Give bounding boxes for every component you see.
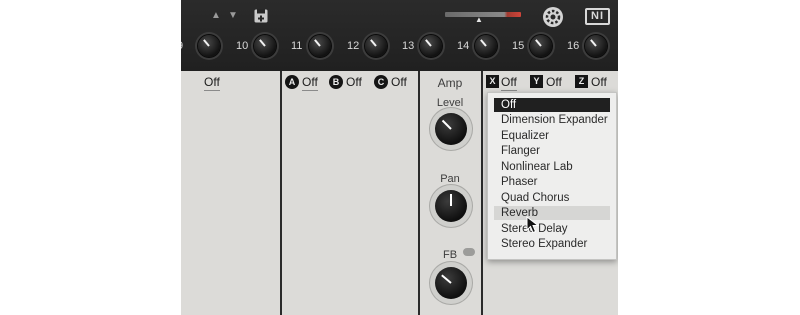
slot-a-selector[interactable]: Off: [302, 75, 318, 91]
channel-12-knob[interactable]: [365, 35, 387, 57]
channel-number: 14: [457, 40, 470, 52]
triangle-down-icon[interactable]: ▼: [228, 11, 238, 21]
slot-c-badge: C: [374, 75, 388, 89]
effect-dropdown-menu: Off Dimension Expander Equalizer Flanger…: [487, 92, 617, 260]
slot-c-selector[interactable]: Off: [391, 75, 407, 89]
menu-item-reverb[interactable]: Reverb: [494, 206, 610, 220]
amp-title: Amp: [437, 76, 463, 90]
send-x-badge: X: [486, 75, 499, 88]
amp-pan-label: Pan: [440, 173, 460, 185]
menu-item-dimension-expander[interactable]: Dimension Expander: [494, 113, 610, 127]
channel-16-knob[interactable]: [585, 35, 607, 57]
channel-number: 11: [291, 40, 303, 52]
save-icon[interactable]: [254, 9, 268, 23]
menu-item-stereo-expander[interactable]: Stereo Expander: [494, 237, 610, 251]
triangle-up-icon[interactable]: ▲: [211, 11, 221, 21]
divider: [481, 71, 483, 315]
meter-marker-icon[interactable]: ▲: [475, 16, 483, 24]
link-icon[interactable]: [463, 248, 475, 256]
amp-fb-knob[interactable]: [430, 262, 472, 304]
ni-logo: NI: [585, 8, 610, 25]
channel-9-knob[interactable]: [198, 35, 220, 57]
menu-item-off[interactable]: Off: [494, 98, 610, 112]
channel-11-knob[interactable]: [309, 35, 331, 57]
menu-item-equalizer[interactable]: Equalizer: [494, 129, 610, 143]
channel-14-knob[interactable]: [475, 35, 497, 57]
output-level-meter: [445, 12, 521, 17]
slot-b-badge: B: [329, 75, 343, 89]
slot-a-badge: A: [285, 75, 299, 89]
send-z-badge: Z: [575, 75, 588, 88]
channel-10-knob[interactable]: [254, 35, 276, 57]
channel-15-knob[interactable]: [530, 35, 552, 57]
gear-icon[interactable]: [542, 6, 564, 28]
amp-pan-knob[interactable]: [430, 185, 472, 227]
send-y-badge: Y: [530, 75, 543, 88]
send-x-selector[interactable]: Off: [501, 75, 517, 91]
channel-number: 12: [347, 40, 360, 52]
menu-item-nonlinear-lab[interactable]: Nonlinear Lab: [494, 160, 610, 174]
menu-item-quad-chorus[interactable]: Quad Chorus: [494, 191, 610, 205]
channel-13-knob[interactable]: [420, 35, 442, 57]
send-y-selector[interactable]: Off: [546, 75, 562, 89]
channel-number: 9: [181, 40, 183, 52]
channel-number: 10: [236, 40, 249, 52]
header-bar: ▲ ▼ ▲ NI 9 10 11 12: [181, 0, 618, 71]
divider: [280, 71, 282, 315]
menu-item-flanger[interactable]: Flanger: [494, 144, 610, 158]
insert-fx-selector[interactable]: Off: [204, 75, 220, 91]
menu-item-phaser[interactable]: Phaser: [494, 175, 610, 189]
menu-item-stereo-delay[interactable]: Stereo Delay: [494, 222, 610, 236]
channel-number: 13: [402, 40, 415, 52]
plugin-window: ▲ ▼ ▲ NI 9 10 11 12: [181, 0, 618, 315]
channel-number: 16: [567, 40, 580, 52]
channel-number: 15: [512, 40, 525, 52]
amp-level-knob[interactable]: [430, 108, 472, 150]
send-z-selector[interactable]: Off: [591, 75, 607, 89]
mouse-cursor-icon: [526, 216, 540, 234]
slot-b-selector[interactable]: Off: [346, 75, 362, 89]
